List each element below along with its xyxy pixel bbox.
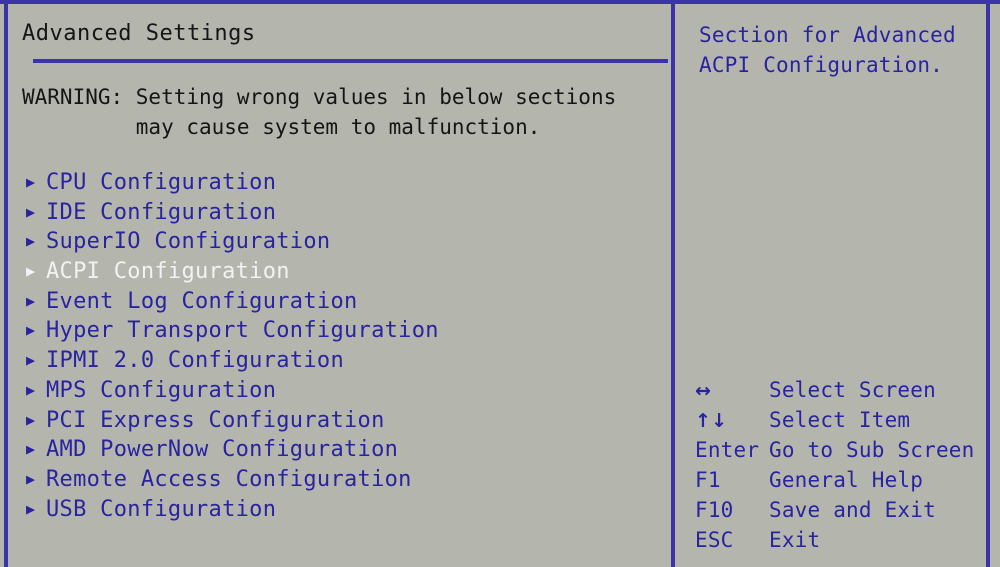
menu-item-ide-configuration[interactable]: ▶ IDE Configuration	[22, 198, 662, 228]
help-line-2: ACPI Configuration.	[699, 53, 944, 77]
submenu-arrow-icon: ▶	[26, 469, 36, 488]
menu-item-cpu-configuration[interactable]: ▶ CPU Configuration	[22, 168, 662, 198]
key-action-label: Select Item	[769, 408, 911, 432]
key-action-label: Go to Sub Screen	[769, 438, 975, 462]
menu-item-hyper-transport-configuration[interactable]: ▶ Hyper Transport Configuration	[22, 316, 662, 346]
key-label: F10	[695, 498, 734, 522]
menu-item-label: MPS Configuration	[46, 377, 277, 403]
menu-item-amd-powernow-configuration[interactable]: ▶ AMD PowerNow Configuration	[22, 435, 662, 465]
key-legend: ↔ Select Screen ↑↓ Select Item Enter Go to Su…	[695, 375, 985, 555]
key-legend-row: F10 Save and Exit	[695, 495, 985, 525]
menu-item-label: PCI Express Configuration	[46, 407, 385, 433]
key-label: F1	[695, 468, 721, 492]
menu-item-label: Remote Access Configuration	[46, 466, 412, 492]
submenu-arrow-icon: ▶	[26, 291, 36, 310]
key-label: ESC	[695, 528, 734, 552]
bios-setup-screen: Advanced Settings WARNING: Setting wrong…	[0, 0, 1000, 567]
key-legend-row: Enter Go to Sub Screen	[695, 435, 985, 465]
help-line-1: Section for Advanced	[699, 23, 956, 47]
key-legend-row: ESC Exit	[695, 525, 985, 555]
submenu-arrow-icon: ▶	[26, 232, 36, 251]
menu-item-event-log-configuration[interactable]: ▶ Event Log Configuration	[22, 287, 662, 317]
menu-item-label: Event Log Configuration	[46, 288, 358, 314]
submenu-arrow-icon: ▶	[26, 202, 36, 221]
menu-item-superio-configuration[interactable]: ▶ SuperIO Configuration	[22, 227, 662, 257]
menu-item-remote-access-configuration[interactable]: ▶ Remote Access Configuration	[22, 465, 662, 495]
submenu-arrow-icon: ▶	[26, 440, 36, 459]
menu-item-label: Hyper Transport Configuration	[46, 318, 439, 344]
help-description: Section for Advanced ACPI Configuration.	[699, 20, 979, 80]
warning-line-2: may cause system to malfunction.	[22, 115, 541, 139]
warning-line-1: WARNING: Setting wrong values in below s…	[22, 85, 617, 109]
page-title: Advanced Settings	[22, 21, 256, 46]
menu-item-acpi-configuration[interactable]: ▶ ACPI Configuration	[22, 257, 662, 287]
key-action-label: Select Screen	[769, 378, 936, 402]
key-legend-row: ↑↓ Select Item	[695, 405, 985, 435]
window-border-right	[986, 0, 990, 567]
submenu-arrow-icon: ▶	[26, 499, 36, 518]
menu-item-pci-express-configuration[interactable]: ▶ PCI Express Configuration	[22, 406, 662, 436]
key-action-label: Exit	[769, 528, 821, 552]
submenu-arrow-icon: ▶	[26, 410, 36, 429]
submenu-arrow-icon: ▶	[26, 173, 36, 191]
submenu-arrow-icon: ▶	[26, 321, 36, 340]
menu-item-label: USB Configuration	[46, 496, 277, 522]
menu-item-ipmi-2-0-configuration[interactable]: ▶ IPMI 2.0 Configuration	[22, 346, 662, 376]
key-legend-row: F1 General Help	[695, 465, 985, 495]
key-label: Enter	[695, 438, 760, 462]
menu-item-label: IPMI 2.0 Configuration	[46, 348, 344, 374]
left-right-arrow-icon: ↔	[695, 380, 712, 402]
menu-item-usb-configuration[interactable]: ▶ USB Configuration	[22, 495, 662, 525]
menu-item-label: SuperIO Configuration	[46, 229, 331, 255]
submenu-arrow-icon: ▶	[26, 380, 36, 399]
key-action-label: Save and Exit	[769, 498, 936, 522]
submenu-arrow-icon: ▶	[26, 262, 36, 281]
configuration-menu: ▶ CPU Configuration ▶ IDE Configuration ▶ Sup…	[22, 168, 662, 524]
menu-item-label: AMD PowerNow Configuration	[46, 437, 399, 463]
key-legend-row: ↔ Select Screen	[695, 375, 985, 405]
warning-text: WARNING: Setting wrong values in below s…	[22, 82, 616, 142]
menu-item-label: CPU Configuration	[46, 170, 277, 195]
title-separator	[33, 59, 668, 63]
help-pane: Section for Advanced ACPI Configuration.…	[675, 4, 986, 567]
menu-item-label: IDE Configuration	[46, 199, 277, 225]
submenu-arrow-icon: ▶	[26, 351, 36, 370]
up-down-arrow-icon: ↑↓	[695, 410, 728, 432]
settings-pane: Advanced Settings WARNING: Setting wrong…	[8, 4, 671, 567]
key-action-label: General Help	[769, 468, 924, 492]
menu-item-label: ACPI Configuration	[46, 259, 290, 285]
menu-item-mps-configuration[interactable]: ▶ MPS Configuration	[22, 376, 662, 406]
